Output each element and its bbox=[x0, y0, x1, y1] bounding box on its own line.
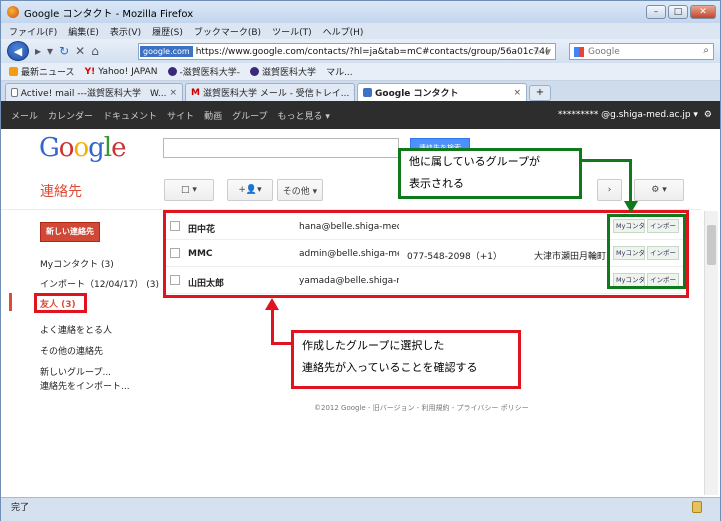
google-logo[interactable]: Google bbox=[39, 133, 126, 163]
menu-view[interactable]: 表示(V) bbox=[110, 25, 141, 38]
sidebar-item-my-contacts[interactable]: Myコンタクト (3) bbox=[40, 257, 114, 270]
firefox-icon bbox=[7, 6, 19, 18]
top-callout-line1: 他に属しているグループが bbox=[409, 155, 541, 168]
maximize-button[interactable]: □ bbox=[668, 5, 688, 19]
bottom-callout-box: 作成したグループに選択した 連絡先が入っていることを確認する bbox=[291, 330, 521, 389]
forward-icon[interactable]: ▸ bbox=[35, 44, 41, 58]
selected-group-marker bbox=[9, 293, 12, 311]
scrollbar-thumb[interactable] bbox=[707, 225, 716, 265]
gbar-video[interactable]: 動画 bbox=[204, 109, 222, 122]
home-icon[interactable]: ⌂ bbox=[91, 44, 99, 58]
window-title: Google コンタクト - Mozilla Firefox bbox=[24, 8, 194, 20]
callout-arrow-icon bbox=[265, 298, 279, 310]
vertical-scrollbar[interactable] bbox=[704, 211, 718, 495]
page-icon bbox=[11, 88, 18, 97]
add-to-group-button[interactable]: +👤▾ bbox=[227, 179, 273, 201]
university-icon bbox=[167, 67, 177, 76]
callout-arrow-icon bbox=[624, 201, 638, 213]
gbar-groups[interactable]: グループ bbox=[232, 109, 267, 122]
close-tab-icon[interactable]: × bbox=[513, 88, 521, 98]
close-tab-icon[interactable]: × bbox=[169, 88, 177, 98]
search-placeholder: Google bbox=[588, 46, 620, 57]
url-bar[interactable]: google.com https://www.google.com/contac… bbox=[138, 43, 556, 60]
callout-line bbox=[582, 159, 632, 162]
bookmark-star-icon[interactable]: ☆ ▾ bbox=[532, 45, 551, 58]
settings-button[interactable]: ⚙ ▾ bbox=[634, 179, 684, 201]
sidebar-item-other[interactable]: その他の連絡先 bbox=[40, 344, 103, 357]
bottom-callout-line1: 作成したグループに選択した bbox=[302, 339, 445, 352]
callout-line bbox=[271, 305, 274, 345]
top-callout: 他に属しているグループが 表示される bbox=[401, 151, 579, 195]
menu-help[interactable]: ヘルプ(H) bbox=[323, 25, 364, 38]
gbar-calendar[interactable]: カレンダー bbox=[48, 109, 93, 122]
new-contact-button[interactable]: 新しい連絡先 bbox=[40, 222, 100, 242]
url-text: https://www.google.com/contacts/?hl=ja&t… bbox=[195, 46, 549, 57]
gear-icon[interactable]: ⚙ bbox=[704, 110, 712, 120]
new-tab-button[interactable]: + bbox=[529, 85, 551, 101]
contacts-page: Google 連絡先を検索 連絡先 □ ▾ +👤▾ その他 ▾ › ⚙ ▾ 新し… bbox=[1, 129, 720, 497]
menu-tools[interactable]: ツール(T) bbox=[272, 25, 312, 38]
search-bar[interactable]: Google ⌕ bbox=[569, 43, 714, 60]
callout-line bbox=[271, 342, 292, 345]
labels-highlight bbox=[607, 214, 686, 289]
search-icon[interactable]: ⌕ bbox=[703, 45, 709, 56]
more-actions-button[interactable]: その他 ▾ bbox=[277, 179, 323, 201]
browser-window: Google コンタクト - Mozilla Firefox – □ ✕ ファイ… bbox=[0, 0, 721, 521]
google-bar: メール カレンダー ドキュメント サイト 動画 グループ もっと見る ▾ ***… bbox=[1, 101, 720, 129]
university-icon bbox=[250, 67, 260, 76]
close-tab-icon[interactable]: × bbox=[352, 88, 354, 98]
tab-strip: Active! mail ---滋賀医科大学 W... × M 滋賀医科大学 メー… bbox=[1, 81, 720, 101]
minimize-button[interactable]: – bbox=[646, 5, 666, 19]
sidebar-new-group-link[interactable]: 新しいグループ... bbox=[40, 365, 111, 378]
title-bar: Google コンタクト - Mozilla Firefox – □ ✕ bbox=[1, 1, 720, 23]
sidebar-item-import[interactable]: インポート（12/04/17） (3) bbox=[40, 277, 159, 290]
bookmark-shiga-1[interactable]: -滋賀医科大学- bbox=[167, 65, 240, 78]
gbar-documents[interactable]: ドキュメント bbox=[103, 109, 157, 122]
select-checkbox-button[interactable]: □ ▾ bbox=[164, 179, 214, 201]
bookmarks-toolbar: 最新ニュース Y! Yahoo! JAPAN -滋賀医科大学- 滋賀医科大学 マル… bbox=[1, 63, 720, 81]
contacts-search-input[interactable] bbox=[163, 138, 399, 158]
menu-bar: ファイル(F) 編集(E) 表示(V) 履歴(S) ブックマーク(B) ツール(… bbox=[1, 23, 720, 39]
stop-icon[interactable]: ✕ bbox=[75, 44, 85, 58]
bottom-callout-line2: 連絡先が入っていることを確認する bbox=[302, 361, 478, 374]
menu-history[interactable]: 履歴(S) bbox=[152, 25, 183, 38]
sidebar-import-contacts-link[interactable]: 連絡先をインポート... bbox=[40, 379, 130, 392]
back-button[interactable]: ◀ bbox=[7, 41, 29, 61]
tab-active-mail[interactable]: Active! mail ---滋賀医科大学 W... × bbox=[5, 83, 183, 101]
bookmark-yahoo[interactable]: Y! Yahoo! JAPAN bbox=[85, 67, 158, 77]
site-identity-badge[interactable]: google.com bbox=[140, 46, 193, 57]
history-dropdown-icon[interactable]: ▾ bbox=[47, 44, 53, 58]
top-callout-line2: 表示される bbox=[409, 177, 464, 190]
page-title[interactable]: 連絡先 bbox=[40, 181, 82, 201]
bookmark-news[interactable]: 最新ニュース bbox=[9, 65, 75, 78]
next-page-button[interactable]: › bbox=[597, 179, 622, 201]
gbar-more[interactable]: もっと見る ▾ bbox=[278, 109, 330, 122]
sidebar-item-frequent[interactable]: よく連絡をとる人 bbox=[40, 323, 112, 336]
yahoo-icon: Y! bbox=[84, 66, 96, 77]
friends-group-highlight bbox=[34, 293, 87, 313]
bottom-callout: 作成したグループに選択した 連絡先が入っていることを確認する bbox=[294, 333, 518, 381]
gbar-mail[interactable]: メール bbox=[11, 109, 38, 122]
rss-icon bbox=[9, 67, 18, 76]
close-button[interactable]: ✕ bbox=[690, 5, 716, 19]
bookmark-shiga-2[interactable]: 滋賀医科大学 bbox=[250, 65, 316, 78]
google-search-engine-icon[interactable] bbox=[574, 46, 584, 57]
tab-google-contacts[interactable]: Google コンタクト × bbox=[357, 83, 527, 101]
tab-gmail[interactable]: M 滋賀医科大学 メール - 受信トレイ...× bbox=[185, 83, 355, 101]
gbar-sites[interactable]: サイト bbox=[167, 109, 194, 122]
status-bar: 完了 bbox=[1, 497, 720, 521]
lock-icon bbox=[692, 501, 702, 513]
contacts-icon bbox=[363, 88, 372, 97]
bookmark-more[interactable]: マル... bbox=[326, 65, 353, 78]
callout-line bbox=[629, 159, 632, 204]
account-menu[interactable]: ********* @g.shiga-med.ac.jp ▾ bbox=[558, 110, 698, 120]
gmail-icon: M bbox=[191, 87, 200, 98]
top-callout-box: 他に属しているグループが 表示される bbox=[398, 148, 582, 199]
status-text: 完了 bbox=[11, 503, 30, 513]
footer-links[interactable]: ©2012 Google - 旧バージョン - 利用規約 - プライバシー ポリ… bbox=[314, 403, 529, 413]
reload-icon[interactable]: ↻ bbox=[59, 44, 69, 58]
menu-bookmarks[interactable]: ブックマーク(B) bbox=[194, 25, 261, 38]
menu-edit[interactable]: 編集(E) bbox=[68, 25, 99, 38]
menu-file[interactable]: ファイル(F) bbox=[9, 25, 57, 38]
